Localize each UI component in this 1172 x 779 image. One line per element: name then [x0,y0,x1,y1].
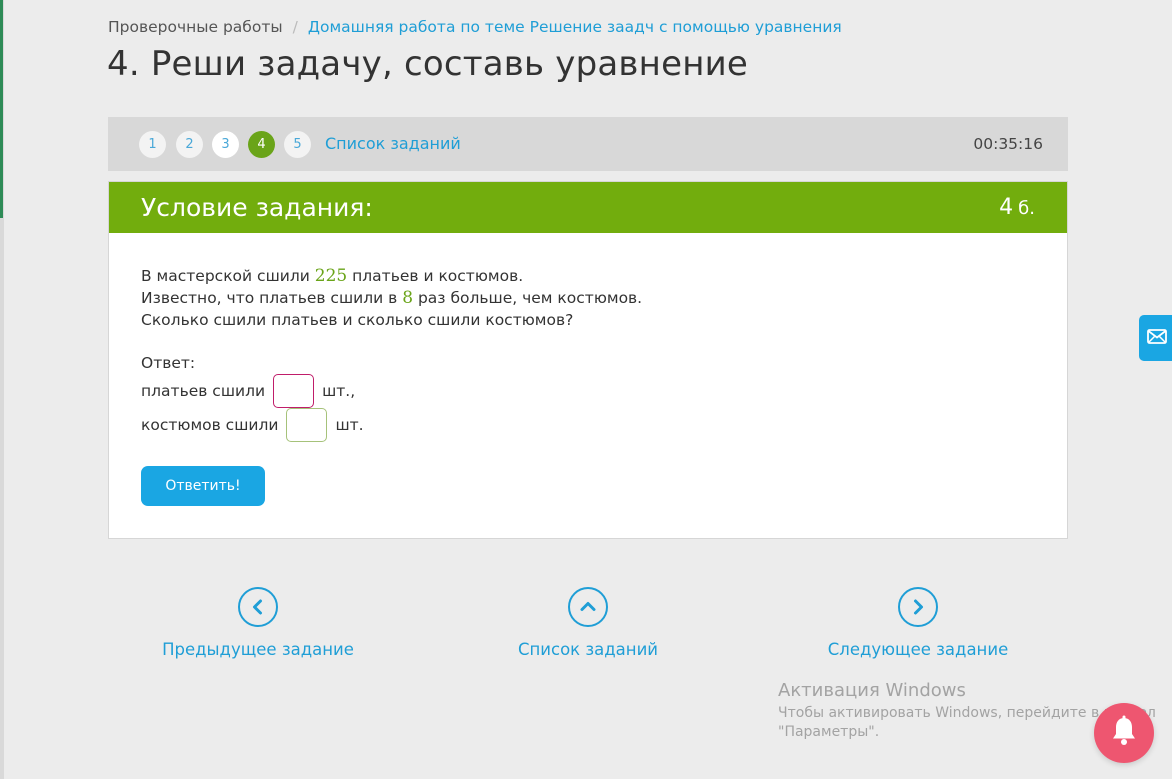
task-text: В мастерской сшили [141,267,310,285]
answer-row-suits: костюмов сшили шт. [141,408,364,442]
task-number-1[interactable]: 1 [139,131,166,158]
chevron-left-icon[interactable] [238,587,278,627]
task-list-link[interactable]: Список заданий [325,134,461,153]
breadcrumb-separator: / [292,18,298,36]
breadcrumb-root-link[interactable]: Проверочные работы [108,18,283,36]
breadcrumb: Проверочные работы / Домашняя работа по те… [108,18,842,36]
dresses-unit: шт., [322,382,356,400]
envelope-icon [1147,328,1167,348]
page-title: 4. Реши задачу, составь уравнение [107,44,749,84]
submit-answer-button[interactable]: Ответить! [141,466,265,506]
next-task-label[interactable]: Следующее задание [828,640,1008,659]
task-list-label[interactable]: Список заданий [518,640,658,659]
prev-task-nav[interactable]: Предыдущее задание [138,587,378,659]
task-list-nav[interactable]: Список заданий [468,587,708,659]
left-strip-accent [0,0,3,218]
dresses-label: платьев сшили [141,382,266,400]
task-number-4[interactable]: 4 [248,131,275,158]
task-navigation-bar: 1 2 3 4 5 Список заданий 00:35:16 [108,117,1068,171]
task-number-highlight: 8 [402,288,414,308]
task-text: раз больше, чем костюмов. [417,289,643,307]
bell-icon [1109,715,1139,751]
notifications-button[interactable] [1094,703,1154,763]
task-header-title: Условие задания: [141,193,373,222]
dresses-count-input[interactable] [273,374,315,408]
task-line-1: В мастерской сшили 225 платьев и костюмо… [141,265,642,287]
next-task-nav[interactable]: Следующее задание [798,587,1038,659]
task-card: Условие задания: 4 б. В мастерской сшили … [108,181,1068,539]
task-number-highlight: 225 [314,266,348,286]
chevron-right-icon[interactable] [898,587,938,627]
task-text: Известно, что платьев сшили в [141,289,398,307]
windows-activation-title: Активация Windows [778,680,966,701]
task-number-5[interactable]: 5 [284,131,311,158]
task-points: 4 б. [999,195,1035,220]
breadcrumb-current-link[interactable]: Домашняя работа по теме Решение заадч с … [308,18,842,36]
chevron-up-icon[interactable] [568,587,608,627]
task-number-3[interactable]: 3 [212,131,239,158]
feedback-mail-button[interactable] [1139,315,1172,361]
suits-count-input[interactable] [286,408,328,442]
timer: 00:35:16 [973,135,1043,153]
points-unit: б. [1018,198,1035,219]
task-line-3: Сколько сшили платьев и сколько сшили ко… [141,311,574,329]
task-statement: В мастерской сшили 225 платьев и костюмо… [141,265,642,331]
suits-label: костюмов сшили [141,416,279,434]
task-line-2: Известно, что платьев сшили в 8 раз боль… [141,287,642,309]
answer-row-dresses: платьев сшили шт., [141,374,355,408]
task-text: платьев и костюмов. [352,267,524,285]
answer-label: Ответ: [141,354,196,372]
suits-unit: шт. [335,416,364,434]
task-number-2[interactable]: 2 [176,131,203,158]
task-header: Условие задания: 4 б. [109,182,1067,233]
points-value: 4 [999,195,1014,220]
prev-task-label[interactable]: Предыдущее задание [162,640,354,659]
